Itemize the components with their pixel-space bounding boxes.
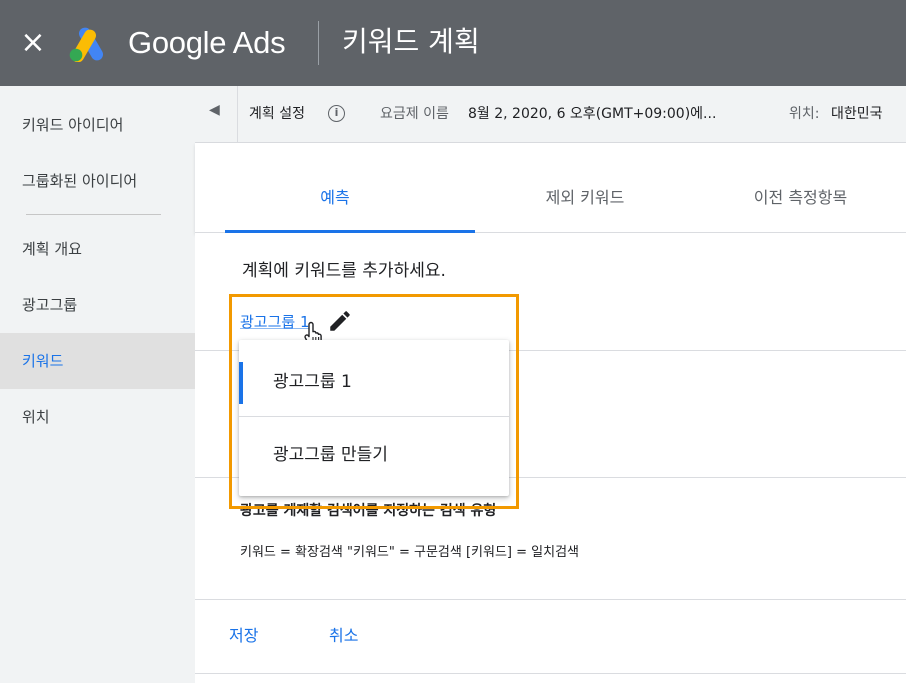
- plan-settings-bar: ◀ 계획 설정 i 요금제 이름 8월 2, 2020, 6 오후(GMT+09…: [195, 86, 906, 143]
- sidebar-item-keywords[interactable]: 키워드: [0, 333, 195, 389]
- app-header: × Google Ads 키워드 계획: [0, 0, 906, 86]
- collapse-arrow-icon[interactable]: ◀: [209, 102, 221, 122]
- sidebar-divider: [26, 214, 161, 215]
- tab-bar: 예측 제외 키워드 이전 측정항목: [195, 143, 906, 233]
- sidebar-item-ad-groups[interactable]: 광고그룹: [0, 277, 195, 333]
- add-keywords-title: 계획에 키워드를 추가하세요.: [242, 261, 446, 281]
- settings-divider: [237, 86, 238, 143]
- save-button[interactable]: 저장: [229, 624, 258, 648]
- highlight-box: [229, 294, 519, 509]
- page-title: 키워드 계획: [342, 25, 480, 58]
- tab-historical-metrics[interactable]: 이전 측정항목: [695, 143, 906, 233]
- location-label: 위치:: [789, 106, 820, 122]
- brand-name: Google Ads: [128, 25, 286, 60]
- row-divider: [195, 673, 906, 674]
- match-type-description: 키워드 = 확장검색 "키워드" = 구문검색 [키워드] = 일치검색: [240, 545, 579, 560]
- rate-plan-label: 요금제 이름: [380, 106, 449, 122]
- plan-settings-label[interactable]: 계획 설정: [249, 104, 305, 124]
- header-divider: [318, 21, 319, 65]
- cancel-button[interactable]: 취소: [329, 624, 358, 648]
- sidebar-item-locations[interactable]: 위치: [0, 389, 195, 445]
- location-value[interactable]: 대한민국: [831, 104, 883, 124]
- sidebar-item-keyword-ideas[interactable]: 키워드 아이디어: [0, 97, 195, 153]
- sidebar: 키워드 아이디어 그룹화된 아이디어 계획 개요 광고그룹 키워드 위치: [0, 86, 195, 683]
- row-divider: [195, 599, 906, 600]
- close-icon[interactable]: ×: [18, 26, 48, 60]
- sidebar-item-plan-overview[interactable]: 계획 개요: [0, 221, 195, 277]
- sidebar-item-grouped-ideas[interactable]: 그룹화된 아이디어: [0, 153, 195, 209]
- tab-forecast[interactable]: 예측: [195, 143, 475, 233]
- tab-negative-keywords[interactable]: 제외 키워드: [475, 143, 695, 233]
- rate-plan-value[interactable]: 8월 2, 2020, 6 오후(GMT+09:00)에...: [468, 104, 716, 124]
- google-ads-logo-icon: [69, 27, 103, 62]
- info-icon[interactable]: i: [328, 105, 345, 122]
